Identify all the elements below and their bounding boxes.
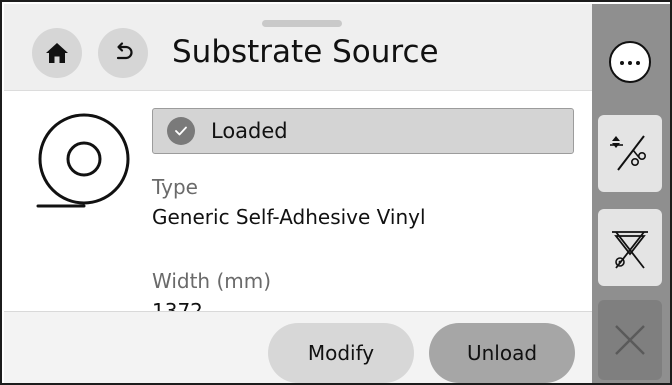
status-label: Loaded	[211, 119, 288, 143]
home-icon	[46, 43, 68, 63]
page-title: Substrate Source	[172, 34, 439, 70]
check-icon	[167, 117, 195, 145]
substrate-details: Loaded Type Generic Self-Adhesive Vinyl …	[4, 91, 592, 311]
more-options-button[interactable]	[598, 23, 662, 100]
close-icon	[615, 325, 645, 355]
footer: Modify Unload	[4, 311, 592, 383]
printer-panel: Substrate Source Loaded Type Generic Sel…	[0, 0, 672, 385]
type-value: Generic Self-Adhesive Vinyl	[152, 205, 426, 229]
action-rail	[592, 4, 670, 383]
width-value: 1372	[152, 299, 203, 311]
drag-handle[interactable]	[262, 20, 342, 27]
type-label: Type	[152, 175, 198, 199]
width-label: Width (mm)	[152, 269, 272, 293]
advance-and-cut-icon	[610, 134, 646, 171]
disable-cutter-button[interactable]	[598, 209, 662, 286]
header: Substrate Source	[4, 4, 592, 91]
loaded-status: Loaded	[152, 108, 574, 154]
home-button[interactable]	[32, 28, 82, 78]
back-arrow-icon	[116, 42, 133, 60]
more-options-icon	[609, 40, 651, 83]
advance-and-cut-button[interactable]	[598, 115, 662, 192]
close-button[interactable]	[598, 300, 662, 380]
unload-button[interactable]: Unload	[429, 323, 575, 383]
disable-cutter-icon	[612, 230, 648, 269]
back-button[interactable]	[98, 28, 148, 78]
modify-button[interactable]: Modify	[268, 323, 414, 383]
substrate-roll-icon	[36, 113, 130, 208]
